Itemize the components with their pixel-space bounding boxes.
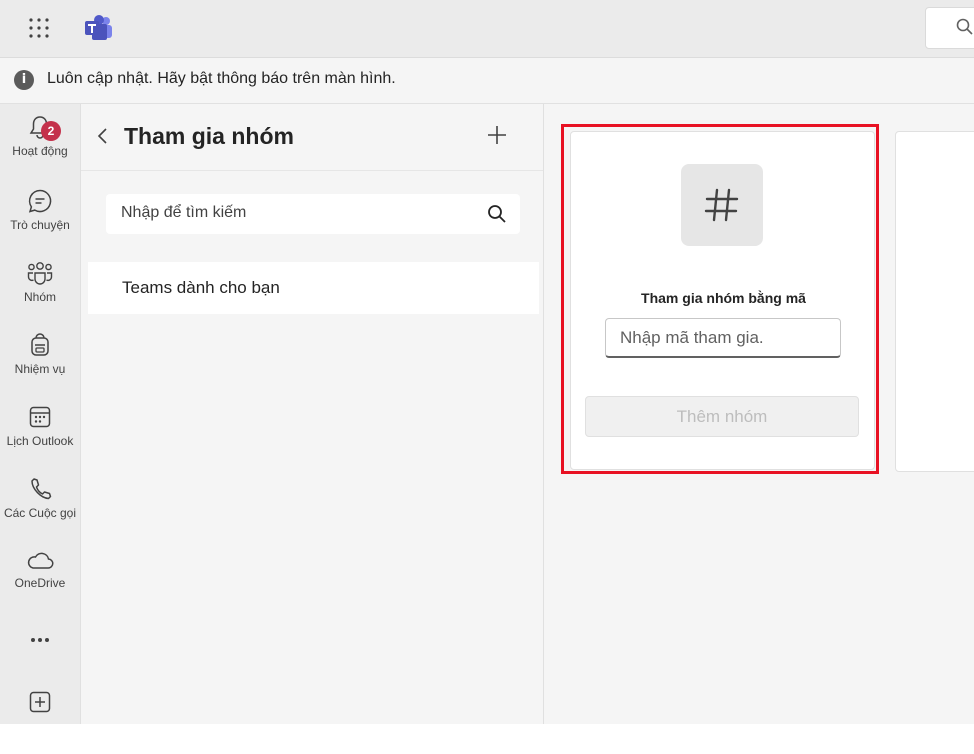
- search-icon: [488, 205, 506, 223]
- rail-item-label: Nhiệm vụ: [14, 362, 66, 376]
- rail-item-activity[interactable]: 2 Hoạt động: [0, 114, 80, 178]
- notification-banner: i Luôn cập nhật. Hãy bật thông báo trên …: [0, 58, 974, 104]
- add-icon[interactable]: [486, 124, 508, 146]
- rail-item-label: Nhóm: [23, 290, 56, 304]
- rail-item-label: Hoạt động: [12, 144, 68, 158]
- app-launcher-icon[interactable]: [28, 17, 50, 39]
- search-placeholder: Nhập để tìm kiếm: [121, 204, 247, 221]
- global-search-box[interactable]: [925, 7, 974, 49]
- back-arrow-icon[interactable]: [95, 126, 111, 146]
- card-title: Tham gia nhóm bằng mã: [641, 290, 806, 306]
- notification-badge: 2: [41, 121, 61, 141]
- join-with-code-card: Tham gia nhóm bằng mã Thêm nhóm: [570, 131, 875, 470]
- hashtag-icon: [704, 188, 739, 222]
- list-item-teams-for-you[interactable]: Teams dành cho bạn: [88, 262, 539, 314]
- join-team-button[interactable]: Thêm nhóm: [585, 396, 859, 437]
- rail-item-label: OneDrive: [14, 576, 66, 590]
- chat-icon: [28, 189, 52, 213]
- cloud-icon: [27, 552, 54, 569]
- create-team-card[interactable]: [895, 131, 974, 472]
- teams-icon: [27, 262, 53, 285]
- pane-header: Tham gia nhóm: [81, 104, 543, 171]
- rail-item-apps[interactable]: [0, 690, 80, 754]
- rail-item-calls[interactable]: Các Cuộc gọi: [0, 476, 80, 540]
- page-title: Tham gia nhóm: [124, 123, 294, 149]
- rail-item-more[interactable]: [0, 630, 80, 694]
- rail-item-onedrive[interactable]: OneDrive: [0, 550, 80, 614]
- team-search-input[interactable]: Nhập để tìm kiếm: [106, 194, 520, 234]
- rail-item-label: Các Cuộc gọi: [3, 506, 77, 520]
- rail-item-chat[interactable]: Trò chuyện: [0, 188, 80, 252]
- calendar-icon: [29, 406, 51, 428]
- main-content: Tham gia nhóm bằng mã Thêm nhóm: [544, 104, 974, 724]
- teams-logo-icon: [85, 15, 112, 40]
- info-icon: i: [14, 70, 34, 90]
- join-team-pane: Tham gia nhóm Nhập để tìm kiếm Teams dàn…: [81, 104, 544, 724]
- more-icon: [31, 638, 49, 642]
- join-code-input[interactable]: [605, 318, 841, 358]
- tasks-icon: [31, 333, 49, 356]
- rail-item-calendar[interactable]: Lịch Outlook: [0, 404, 80, 468]
- rail-item-label: Trò chuyện: [10, 218, 70, 232]
- app-rail: 2 Hoạt động Trò chuyện Nhóm Nhiệm vụ Lịc…: [0, 104, 81, 724]
- title-bar: [0, 0, 974, 58]
- list-item-label: Teams dành cho bạn: [122, 278, 280, 297]
- add-apps-icon: [29, 691, 51, 713]
- rail-item-teams[interactable]: Nhóm: [0, 260, 80, 324]
- hashtag-tile: [681, 164, 763, 246]
- search-icon: [956, 18, 973, 35]
- rail-item-label: Lịch Outlook: [6, 434, 74, 448]
- rail-item-tasks[interactable]: Nhiệm vụ: [0, 332, 80, 396]
- phone-icon: [31, 478, 52, 500]
- banner-text: Luôn cập nhật. Hãy bật thông báo trên mà…: [47, 70, 396, 87]
